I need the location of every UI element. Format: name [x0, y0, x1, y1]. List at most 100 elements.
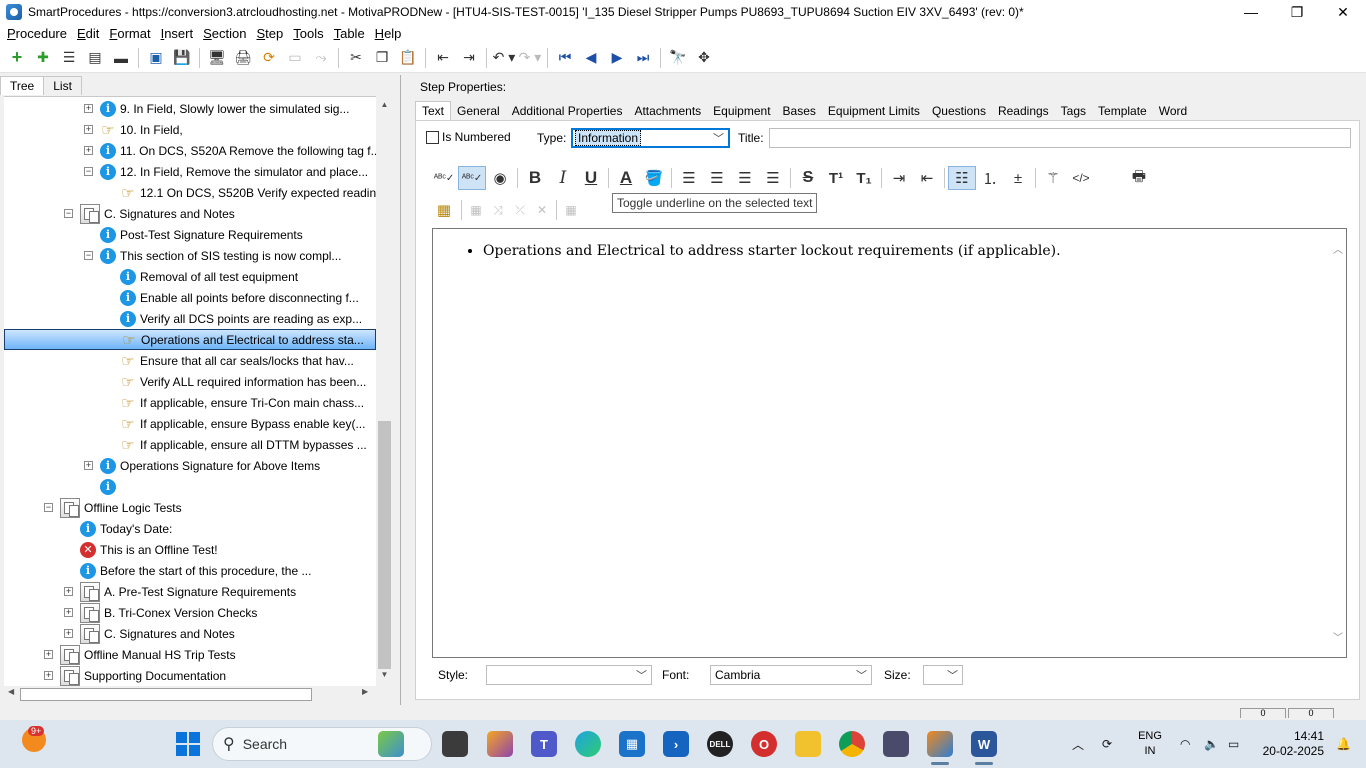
superscript-icon[interactable]: T¹ [822, 166, 850, 190]
preview-icon[interactable]: ▭ [282, 46, 308, 70]
align-center-icon[interactable]: ☰ [703, 166, 731, 190]
menu-edit[interactable]: Edit [72, 26, 104, 41]
move-icon[interactable]: ✥ [691, 46, 717, 70]
redo-icon[interactable]: ↷ ▾ [517, 46, 543, 70]
size-select[interactable]: ﹀ [923, 665, 963, 685]
expand-icon[interactable]: + [44, 671, 53, 680]
battery-icon[interactable]: ▭ [1228, 720, 1239, 768]
tree-node[interactable]: i Verify all DCS points are reading as ex… [4, 308, 376, 329]
teams-app-icon[interactable]: T [531, 731, 557, 757]
copy-icon[interactable]: ❐ [369, 46, 395, 70]
show-hidden-icons-icon[interactable]: ︿ [1072, 720, 1084, 768]
tree-node[interactable]: ☞ If applicable, ensure all DTTM bypasses… [4, 434, 376, 455]
indent-icon[interactable]: ⇥ [456, 46, 482, 70]
scroll-thumb[interactable] [378, 421, 391, 669]
tab-equipment[interactable]: Equipment [707, 102, 776, 120]
collapse-icon[interactable]: − [84, 167, 93, 176]
network-location-icon[interactable]: ⟳ [1102, 720, 1112, 768]
last-step-icon[interactable]: ⏭ [630, 46, 656, 70]
store-app-icon[interactable]: ▦ [619, 731, 645, 757]
step-text-editor[interactable]: Operations and Electrical to address sta… [432, 228, 1347, 658]
chrome-app-icon[interactable] [839, 731, 865, 757]
powerautomate-app-icon[interactable]: › [663, 731, 689, 757]
wifi-icon[interactable]: ◠ [1180, 720, 1190, 768]
is-numbered-checkbox[interactable] [426, 131, 439, 144]
scroll-down-icon[interactable]: ▼ [376, 670, 393, 679]
menu-format[interactable]: Format [104, 26, 155, 41]
expand-icon[interactable]: + [64, 608, 73, 617]
tree-node[interactable]: i Post-Test Signature Requirements [4, 224, 376, 245]
tree-vertical-scrollbar[interactable]: ▲ ▼ [376, 96, 393, 686]
increase-indent-icon[interactable]: ⇥ [885, 166, 913, 190]
tab-bases[interactable]: Bases [777, 102, 822, 120]
volume-icon[interactable]: 🔈 [1204, 720, 1219, 768]
notifications-icon[interactable]: 🔔 [1336, 720, 1351, 768]
collapse-icon[interactable]: − [84, 251, 93, 260]
dell-app-icon[interactable]: DELL [707, 731, 733, 757]
menu-section[interactable]: Section [198, 26, 251, 41]
type-select[interactable]: Information ﹀ [571, 128, 730, 148]
font-select[interactable]: Cambria ﹀ [710, 665, 872, 685]
html-source-icon[interactable]: </> [1067, 166, 1095, 190]
publish-icon[interactable]: 🖥 [204, 46, 230, 70]
previous-step-icon[interactable]: ◀ [578, 46, 604, 70]
expand-icon[interactable]: + [44, 650, 53, 659]
editor-scrollbar[interactable]: ︿ ﹀ [1330, 229, 1346, 657]
bold-icon[interactable]: B [521, 166, 549, 190]
scroll-down-icon[interactable]: ﹀ [1333, 629, 1343, 644]
insert-list-icon[interactable]: ☰ [56, 46, 82, 70]
tab-general[interactable]: General [451, 102, 506, 120]
tree-node[interactable]: ☞ 12.1 On DCS, S520B Verify expected read… [4, 182, 376, 203]
save-all-icon[interactable]: ▣ [143, 46, 169, 70]
tab-tags[interactable]: Tags [1055, 102, 1092, 120]
hyperlink-icon[interactable]: ◉ [486, 166, 514, 190]
tab-additional-properties[interactable]: Additional Properties [506, 102, 629, 120]
first-step-icon[interactable]: ⏮ [552, 46, 578, 70]
tree-node[interactable]: ☞ If applicable, ensure Bypass enable key… [4, 413, 376, 434]
numbered-list-icon[interactable]: ⒈ [976, 166, 1004, 190]
expand-icon[interactable]: + [64, 629, 73, 638]
delete-icon[interactable]: ▬ [108, 46, 134, 70]
menu-table[interactable]: Table [329, 26, 370, 41]
tree-node[interactable]: − Offline Logic Tests [4, 497, 376, 518]
insert-table-icon[interactable]: ▦ [430, 198, 458, 222]
tree-node[interactable]: + B. Tri-Conex Version Checks [4, 602, 376, 623]
align-right-icon[interactable]: ☰ [731, 166, 759, 190]
panel-splitter[interactable] [400, 75, 406, 705]
paste-icon[interactable]: 📋 [395, 46, 421, 70]
tab-list[interactable]: List [43, 76, 82, 95]
tree-horizontal-scrollbar[interactable]: ◀ ▶ [4, 686, 376, 703]
title-input[interactable] [769, 128, 1351, 148]
tree-node[interactable]: ☞ If applicable, ensure Tri-Con main chas… [4, 392, 376, 413]
tree-node[interactable]: i [4, 476, 376, 497]
system-clock[interactable]: 14:41 20-02-2025 [1258, 729, 1324, 759]
remote-desktop-app-icon[interactable] [883, 731, 909, 757]
undo-icon[interactable]: ↶ ▾ [491, 46, 517, 70]
tab-tree[interactable]: Tree [0, 76, 45, 95]
next-step-icon[interactable]: ▶ [604, 46, 630, 70]
tree-node[interactable]: + i Operations Signature for Above Items [4, 455, 376, 476]
windows-start-icon[interactable] [176, 732, 200, 756]
tree-node[interactable]: − i 12. In Field, Remove the simulator and… [4, 161, 376, 182]
minimize-button[interactable]: — [1228, 0, 1274, 24]
insert-section-icon[interactable]: ▤ [82, 46, 108, 70]
word-app-icon[interactable]: W [971, 731, 997, 757]
spellcheck-auto-icon[interactable]: ᴬᴮᶜ✓ [458, 166, 486, 190]
collapse-icon[interactable]: − [44, 503, 53, 512]
terminal-app-icon[interactable] [442, 731, 468, 757]
decrease-indent-icon[interactable]: ⇤ [913, 166, 941, 190]
close-button[interactable]: ✕ [1320, 0, 1366, 24]
tab-readings[interactable]: Readings [992, 102, 1055, 120]
expand-icon[interactable]: + [84, 125, 93, 134]
tree-node[interactable]: + Supporting Documentation [4, 665, 376, 686]
edge-app-icon[interactable] [575, 731, 601, 757]
menu-step[interactable]: Step [251, 26, 288, 41]
scroll-right-icon[interactable]: ▶ [362, 687, 368, 696]
maximize-button[interactable]: ❐ [1274, 0, 1320, 24]
tree-node[interactable]: − i This section of SIS testing is now com… [4, 245, 376, 266]
scroll-up-icon[interactable]: ︿ [1333, 241, 1343, 256]
align-left-icon[interactable]: ☰ [675, 166, 703, 190]
tab-word[interactable]: Word [1153, 102, 1193, 120]
tree-node[interactable]: + Offline Manual HS Trip Tests [4, 644, 376, 665]
menu-insert[interactable]: Insert [156, 26, 199, 41]
